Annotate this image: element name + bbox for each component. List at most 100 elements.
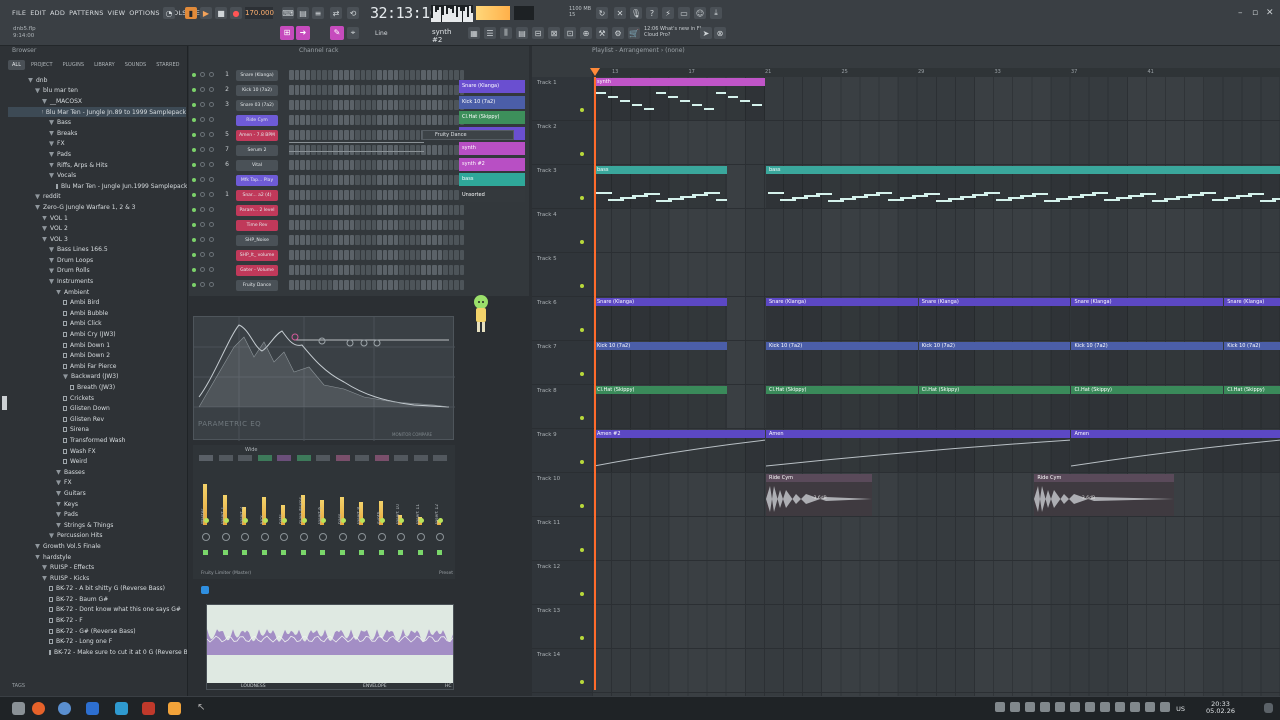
pan-knob[interactable] [200,102,205,107]
step-button[interactable] [421,160,426,170]
route-switch[interactable] [437,550,442,555]
mixer-strip[interactable]: bass [335,455,350,565]
step-button[interactable] [322,115,327,125]
step-button[interactable] [388,280,393,290]
step-button[interactable] [366,175,371,185]
step-button[interactable] [349,130,354,140]
step-button[interactable] [371,100,376,110]
step-button[interactable] [322,70,327,80]
step-button[interactable] [344,160,349,170]
step-button[interactable] [333,130,338,140]
track-mute-led[interactable] [580,592,584,596]
folder-item[interactable]: Riffs, Arps & Hits [8,160,186,171]
pan-knob[interactable] [200,162,205,167]
tray-icon[interactable] [1040,702,1050,712]
step-button[interactable] [410,265,415,275]
step-button[interactable] [355,205,360,215]
step-sequencer[interactable] [289,160,464,170]
step-button[interactable] [360,100,365,110]
step-button[interactable] [305,265,310,275]
step-button[interactable] [415,250,420,260]
mixer-strip[interactable]: Insert 12 [433,455,447,565]
step-button[interactable] [448,250,453,260]
step-button[interactable] [300,220,305,230]
track-header[interactable]: Track 13 [532,605,592,649]
step-button[interactable] [333,190,338,200]
file-item[interactable]: Wash FX [8,446,186,457]
channel-name-button[interactable]: Snare (Klanga) [236,70,278,81]
track-header[interactable]: Track 5 [532,253,592,297]
step-button[interactable] [382,85,387,95]
step-button[interactable] [294,190,299,200]
tray-icon[interactable] [995,702,1005,712]
track-header[interactable]: Track 6 [532,297,592,341]
step-button[interactable] [393,250,398,260]
folder-item[interactable]: VOL 2 [8,223,186,234]
step-button[interactable] [415,160,420,170]
playlist-clip[interactable]: bass [594,166,728,208]
step-button[interactable] [322,220,327,230]
step-button[interactable] [388,100,393,110]
step-button[interactable] [349,85,354,95]
step-button[interactable] [327,235,332,245]
pan-knob[interactable] [221,533,230,541]
step-button[interactable] [349,175,354,185]
step-button[interactable] [415,115,420,125]
pan-knob[interactable] [200,252,205,257]
step-button[interactable] [410,235,415,245]
step-button[interactable] [294,100,299,110]
file-item[interactable]: BK-72 - Baum G# [8,594,186,605]
step-button[interactable] [404,190,409,200]
volume-knob[interactable] [209,282,214,287]
step-button[interactable] [338,280,343,290]
step-button[interactable] [294,205,299,215]
step-sequencer[interactable] [289,220,464,230]
step-button[interactable] [344,115,349,125]
volume-knob[interactable] [209,222,214,227]
step-button[interactable] [322,85,327,95]
file-item[interactable]: Ambi Cry (JW3) [8,329,186,340]
browser-app-icon[interactable] [58,702,71,715]
step-button[interactable] [382,280,387,290]
channel-led[interactable] [192,283,196,287]
step-button[interactable] [349,205,354,215]
loudness-label[interactable]: LOUDNESS [241,684,266,689]
clock[interactable]: 20:33 05.02.26 [1206,701,1235,715]
step-button[interactable] [311,250,316,260]
step-button[interactable] [393,70,398,80]
piano-roll-icon[interactable]: ▦ [468,27,480,39]
step-button[interactable] [366,250,371,260]
step-button[interactable] [421,100,426,110]
channel-led[interactable] [192,223,196,227]
playlist-clip[interactable]: Cl.Hat (Skippy) [918,386,1071,428]
step-button[interactable] [388,85,393,95]
pan-knob[interactable] [436,533,444,541]
folder-item[interactable]: Pads [8,149,186,160]
step-button[interactable] [333,280,338,290]
step-button[interactable] [344,85,349,95]
step-button[interactable] [360,115,365,125]
step-button[interactable] [421,235,426,245]
track-mute-led[interactable] [580,636,584,640]
step-button[interactable] [300,205,305,215]
step-button[interactable] [311,70,316,80]
track-lane[interactable] [592,473,1280,517]
help-icon[interactable]: ? [646,7,658,19]
track-lane[interactable] [592,253,1280,297]
folder-item[interactable]: VOL 3 [8,234,186,245]
step-button[interactable] [382,70,387,80]
step-button[interactable] [421,85,426,95]
folder-item[interactable]: FX [8,478,186,489]
volume-knob[interactable] [209,192,214,197]
pan-knob[interactable] [416,533,425,541]
step-button[interactable] [448,160,453,170]
channel-row[interactable]: SHP_lt_ volume [189,248,529,263]
channel-led[interactable] [192,103,196,107]
step-button[interactable] [349,250,354,260]
tray-icon[interactable] [1055,702,1065,712]
playlist-clip[interactable]: Amen [1071,430,1280,472]
channel-name-button[interactable]: Gater - Volume [236,265,278,276]
step-button[interactable] [311,115,316,125]
file-item[interactable]: BK-72 - Make sure to cut it at 0 G (Reve… [8,647,187,658]
menu-edit[interactable]: EDIT [30,9,46,17]
